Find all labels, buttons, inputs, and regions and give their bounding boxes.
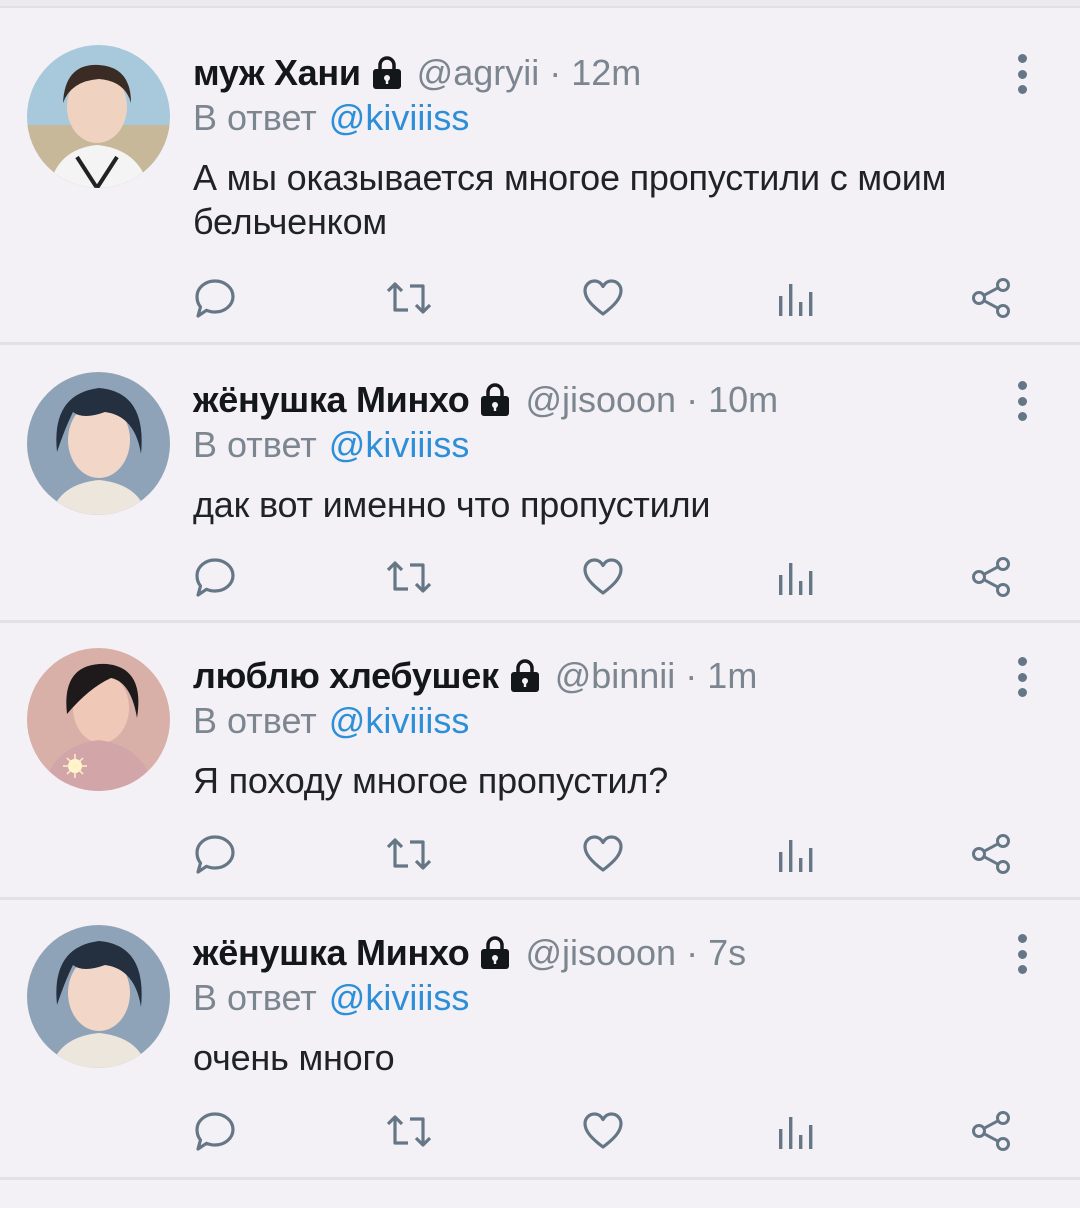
tweet-item[interactable]: муж Хани @agryii · 12m В ответ @kiviiiss… <box>0 8 1080 345</box>
author-handle[interactable]: @jisooon <box>525 379 676 421</box>
lock-icon <box>479 383 511 417</box>
reply-feed: муж Хани @agryii · 12m В ответ @kiviiiss… <box>0 8 1080 1180</box>
more-options-icon[interactable] <box>1010 381 1034 421</box>
share-button[interactable] <box>966 829 1016 879</box>
avatar[interactable] <box>27 648 170 791</box>
avatar[interactable] <box>27 372 170 515</box>
reply-context: В ответ @kiviiiss <box>193 699 469 743</box>
more-options-icon[interactable] <box>1010 657 1034 697</box>
share-button[interactable] <box>966 552 1016 602</box>
retweet-button[interactable] <box>384 552 434 602</box>
reply-icon <box>195 558 235 597</box>
tweet-item[interactable]: жёнушка Минхо @jisooon · 7s В ответ @kiv… <box>0 900 1080 1180</box>
author-handle[interactable]: @binnii <box>555 655 676 697</box>
author-handle[interactable]: @agryii <box>417 52 540 94</box>
avatar[interactable] <box>27 45 170 188</box>
lock-icon <box>509 659 541 693</box>
reply-icon <box>195 835 235 874</box>
reply-prefix: В ответ <box>193 977 317 1018</box>
heart-icon <box>583 1112 623 1149</box>
analytics-icon <box>779 840 813 872</box>
lock-icon <box>479 936 511 970</box>
meta-separator: · <box>686 379 699 420</box>
reply-context: В ответ @kiviiiss <box>193 423 469 467</box>
like-button[interactable] <box>578 552 628 602</box>
more-options-icon[interactable] <box>1010 934 1034 974</box>
reply-prefix: В ответ <box>193 700 317 741</box>
reply-icon <box>195 279 235 318</box>
share-icon <box>972 557 1010 597</box>
action-bar <box>0 273 1080 323</box>
top-divider <box>0 0 1080 8</box>
tweet-header: жёнушка Минхо @jisooon · 7s <box>193 928 746 978</box>
reply-icon <box>195 1112 235 1151</box>
timestamp[interactable]: 7s <box>708 932 746 974</box>
reply-context: В ответ @kiviiiss <box>193 976 469 1020</box>
reply-button[interactable] <box>190 273 240 323</box>
reply-button[interactable] <box>190 552 240 602</box>
analytics-button[interactable] <box>771 1106 821 1156</box>
like-button[interactable] <box>578 273 628 323</box>
like-button[interactable] <box>578 1106 628 1156</box>
avatar[interactable] <box>27 925 170 1068</box>
tweet-header: жёнушка Минхо @jisooon · 10m <box>193 375 778 425</box>
author-name[interactable]: жёнушка Минхо <box>193 932 470 974</box>
timestamp[interactable]: 10m <box>708 379 778 421</box>
meta-separator: · <box>685 655 698 696</box>
author-name[interactable]: люблю хлебушек <box>193 655 499 697</box>
lock-icon <box>371 56 403 90</box>
reply-prefix: В ответ <box>193 424 317 465</box>
retweet-icon <box>386 282 432 314</box>
analytics-button[interactable] <box>771 273 821 323</box>
timestamp[interactable]: 12m <box>571 52 641 94</box>
retweet-icon <box>386 838 432 870</box>
retweet-icon <box>386 1115 432 1147</box>
analytics-button[interactable] <box>771 552 821 602</box>
tweet-header: муж Хани @agryii · 12m <box>193 48 641 98</box>
heart-icon <box>583 835 623 872</box>
tweet-text: А мы оказывается многое пропустили с мои… <box>193 157 947 242</box>
tweet-item[interactable]: люблю хлебушек @binnii · 1m В ответ @kiv… <box>0 623 1080 900</box>
author-handle[interactable]: @jisooon <box>525 932 676 974</box>
analytics-icon <box>779 1117 813 1149</box>
meta-separator: · <box>549 52 562 93</box>
reply-mention-link[interactable]: @kiviiiss <box>329 977 470 1019</box>
reply-prefix: В ответ <box>193 97 317 138</box>
author-name[interactable]: жёнушка Минхо <box>193 379 470 421</box>
reply-mention-link[interactable]: @kiviiiss <box>329 97 470 139</box>
reply-mention-link[interactable]: @kiviiiss <box>329 700 470 742</box>
timestamp[interactable]: 1m <box>707 655 757 697</box>
retweet-button[interactable] <box>384 1106 434 1156</box>
share-icon <box>972 278 1010 318</box>
more-options-icon[interactable] <box>1010 54 1034 94</box>
action-bar <box>0 829 1080 879</box>
like-button[interactable] <box>578 829 628 879</box>
tweet-text: Я походу многое пропустил? <box>193 760 669 801</box>
share-button[interactable] <box>966 1106 1016 1156</box>
tweet-header: люблю хлебушек @binnii · 1m <box>193 651 757 701</box>
share-button[interactable] <box>966 273 1016 323</box>
heart-icon <box>583 279 623 316</box>
heart-icon <box>583 558 623 595</box>
tweet-text: очень много <box>193 1037 395 1078</box>
action-bar <box>0 1106 1080 1156</box>
share-icon <box>972 1111 1010 1151</box>
reply-context: В ответ @kiviiiss <box>193 96 469 140</box>
reply-mention-link[interactable]: @kiviiiss <box>329 424 470 466</box>
reply-button[interactable] <box>190 1106 240 1156</box>
meta-separator: · <box>686 932 699 973</box>
share-icon <box>972 834 1010 874</box>
author-name[interactable]: муж Хани <box>193 52 361 94</box>
analytics-icon <box>779 284 813 316</box>
tweet-text: дак вот именно что пропустили <box>193 484 711 525</box>
reply-button[interactable] <box>190 829 240 879</box>
action-bar <box>0 552 1080 602</box>
retweet-button[interactable] <box>384 829 434 879</box>
retweet-button[interactable] <box>384 273 434 323</box>
analytics-button[interactable] <box>771 829 821 879</box>
analytics-icon <box>779 563 813 595</box>
retweet-icon <box>386 561 432 593</box>
tweet-item[interactable]: жёнушка Минхо @jisooon · 10m В ответ @ki… <box>0 345 1080 623</box>
